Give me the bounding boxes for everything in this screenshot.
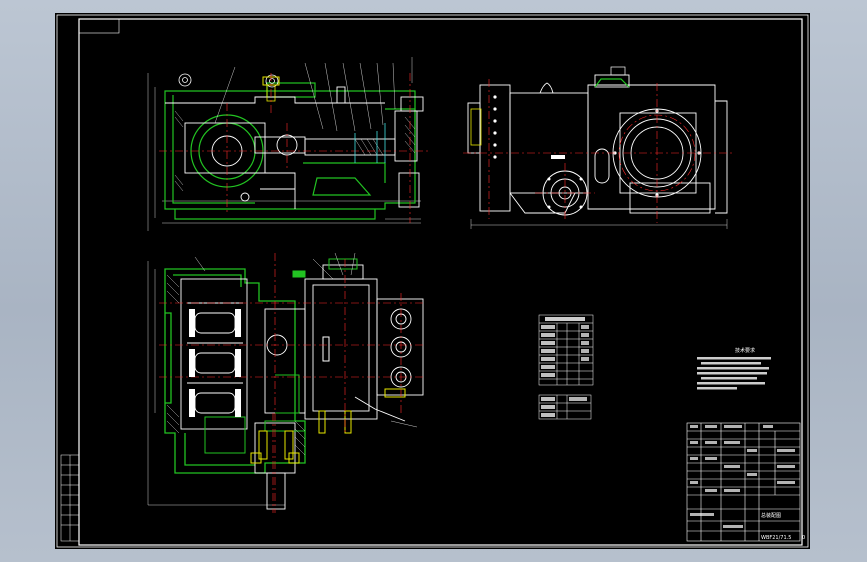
corner-mark-box — [78, 18, 120, 34]
motor-table-fill — [541, 397, 587, 417]
tech-req-heading: 技术要求 — [735, 347, 755, 354]
top-section-view — [147, 252, 425, 513]
sheet-mark: 0 — [802, 535, 805, 541]
drawing-canvas[interactable]: 技术要求 总装配图 WBF21/71.5 0 — [55, 13, 810, 549]
sheet-outer-border — [56, 14, 809, 548]
title-block-name: 总装配图 — [761, 512, 781, 519]
crosshair-icon — [545, 75, 585, 115]
left-revision-strip — [60, 454, 80, 542]
technical-requirements: 技术要求 — [697, 347, 771, 390]
sheet-inner-border — [78, 18, 803, 546]
front-section-view — [147, 57, 430, 231]
cad-viewport[interactable]: 技术要求 总装配图 WBF21/71.5 0 — [0, 0, 867, 562]
title-block-code: WBF21/71.5 — [761, 535, 791, 541]
side-view — [463, 66, 735, 229]
